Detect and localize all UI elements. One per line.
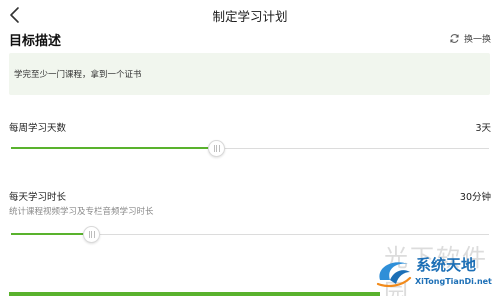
daily-duration-value: 30分钟 — [459, 192, 491, 203]
grip-icon — [213, 145, 220, 152]
page-title: 制定学习计划 — [212, 9, 288, 24]
goal-description-box: 学完至少一门课程，拿到一个证书 — [9, 53, 490, 95]
weekly-days-label: 每周学习天数 — [9, 123, 67, 134]
refresh-label: 换一换 — [463, 34, 491, 45]
weekly-days-slider[interactable] — [11, 139, 489, 159]
watermark-logo-icon — [376, 262, 412, 288]
bottom-action-bar[interactable] — [9, 292, 380, 296]
daily-duration-label: 每天学习时长 — [9, 192, 67, 203]
grip-icon — [88, 231, 95, 238]
goal-section-title: 目标描述 — [9, 34, 62, 49]
slider-thumb[interactable] — [207, 140, 225, 157]
daily-duration-subtitle: 统计课程视频学习及专栏音频学习时长 — [9, 207, 154, 217]
watermark-name: 系统天地 — [416, 256, 477, 274]
slider-thumb[interactable] — [82, 226, 100, 243]
slider-fill — [11, 233, 91, 235]
navigation-bar: 制定学习计划 — [0, 0, 500, 30]
goal-description-text: 学完至少一门课程，拿到一个证书 — [14, 70, 142, 80]
refresh-icon — [450, 33, 459, 43]
slider-fill — [11, 147, 216, 149]
watermark-site: XiTongTianDi.net — [415, 277, 492, 286]
weekly-days-value: 3天 — [475, 123, 491, 134]
refresh-button[interactable]: 换一换 — [449, 31, 491, 45]
